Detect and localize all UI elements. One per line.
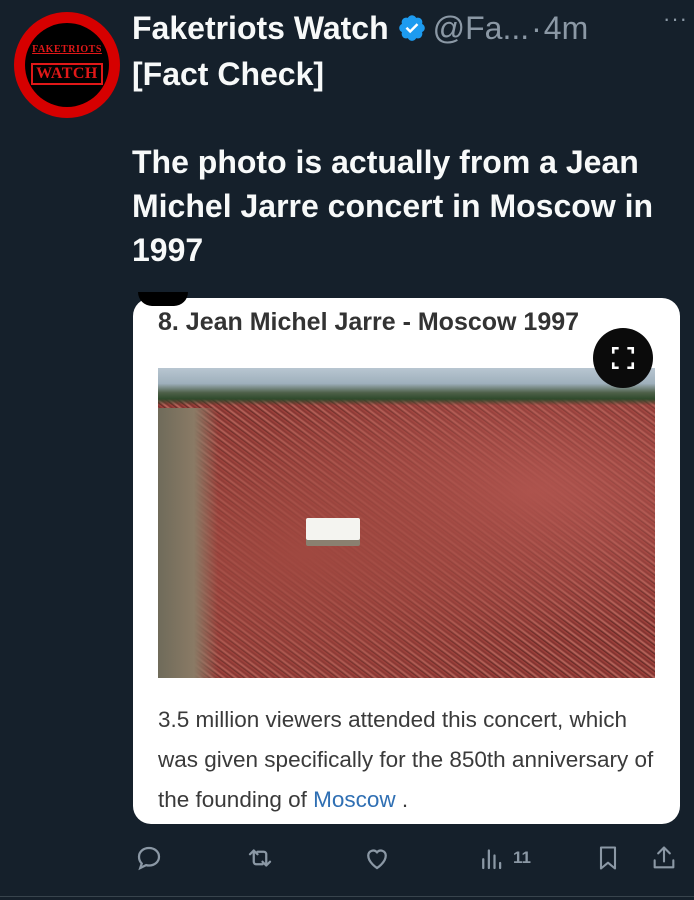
card-title: 8. Jean Michel Jarre - Moscow 1997 [158,308,580,336]
concert-crowd-photo [158,368,655,678]
views-chart-icon [482,849,502,870]
tweet-divider [0,896,694,897]
repost-icon [248,849,272,867]
avatar-logo: FAKETRIOTS WATCH [25,23,109,107]
attached-image-card[interactable]: 8. Jean Michel Jarre - Moscow 1997 3.5 m… [133,298,680,824]
tweet-heading: [Fact Check] [132,56,325,92]
reply-button[interactable] [134,840,164,876]
timestamp[interactable]: 4m [544,10,588,47]
tweet-body: The photo is actually from a Jean Michel… [132,144,654,268]
tweet-text: [Fact Check] The photo is actually from … [132,52,684,272]
bookmark-button[interactable] [594,840,622,876]
avatar-logo-line2: WATCH [31,63,103,85]
repost-button[interactable] [244,840,276,876]
card-caption-end: . [395,787,409,812]
avatar-logo-line1: FAKETRIOTS [32,44,102,55]
handle[interactable]: @Fa... [433,10,530,47]
action-bar: 11 [132,840,684,876]
expand-icon [611,346,635,370]
expand-image-button[interactable] [593,328,653,388]
views-count: 11 [513,848,531,867]
card-caption: 3.5 million viewers attended this concer… [158,700,658,820]
share-icon [653,846,675,869]
avatar[interactable]: FAKETRIOTS WATCH [14,12,120,118]
photo-left-edge [158,408,218,678]
display-name[interactable]: Faketriots Watch [132,10,389,47]
share-button[interactable] [650,840,678,876]
verified-badge-icon [397,13,427,43]
more-options-icon[interactable]: ··· [663,6,688,32]
card-overlap-shape [138,292,188,306]
reply-icon [137,846,161,871]
bookmark-icon [599,846,617,870]
like-button[interactable] [362,840,392,876]
heart-icon [367,849,387,870]
views-button[interactable]: 11 [477,840,531,876]
caption-moscow-link[interactable]: Moscow [313,787,396,812]
photo-stage-tower [306,518,360,540]
separator-dot: · [531,9,542,46]
tweet-header: Faketriots Watch @Fa... · 4m [132,8,684,48]
tweet: FAKETRIOTS WATCH Faketriots Watch @Fa...… [0,0,694,900]
